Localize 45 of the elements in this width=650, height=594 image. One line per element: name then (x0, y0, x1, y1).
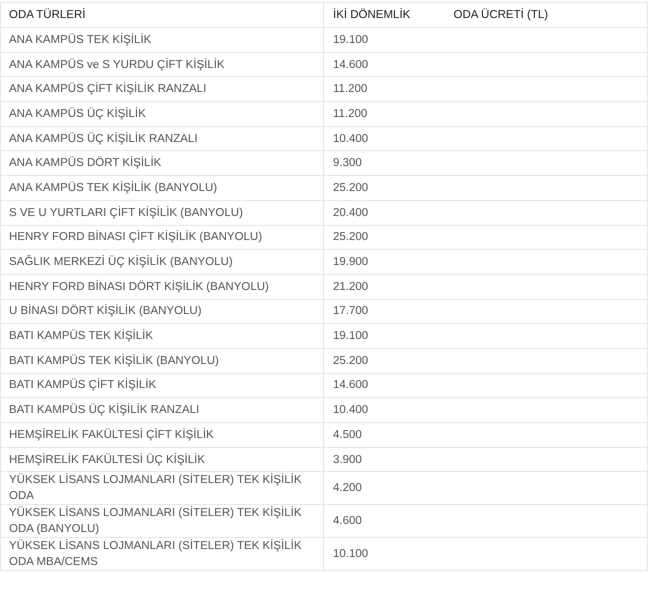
table-cell: 19.900 (324, 250, 648, 274)
table-cell: HEMŞİRELİK FAKÜLTESİ ÇİFT KİŞİLİK (0, 422, 324, 448)
table-cell: BATI KAMPÜS TEK KİŞİLİK (BANYOLU) (0, 348, 324, 374)
table-cell: 11.200 (324, 102, 648, 126)
table-cell: 10.400 (324, 398, 648, 422)
table-cell: ANA KAMPÜS TEK KİŞİLİK (BANYOLU) (0, 176, 324, 200)
table-cell: ANA KAMPÜS DÖRT KİŞİLİK (0, 150, 324, 176)
table-cell: SAĞLIK MERKEZİ ÜÇ KİŞİLİK (BANYOLU) (0, 250, 324, 274)
table-cell: 20.400 (324, 200, 648, 225)
table-cell: 25.200 (324, 225, 648, 250)
table-cell: ANA KAMPÜS ÜÇ KİŞİLİK RANZALI (0, 126, 324, 151)
table-cell: 4.500 (324, 422, 648, 448)
table-cell: YÜKSEK LİSANS LOJMANLARI (SİTELER) TEK KİŞİLİK ODA (0, 472, 324, 505)
table-header-cell: İKİ DÖNEMLİK (333, 9, 410, 21)
table-cell: 9.300 (324, 150, 648, 176)
table-cell: U BİNASI DÖRT KİŞİLİK (BANYOLU) (0, 299, 324, 324)
table-header-cell: ODA ÜCRETİ (TL) (454, 9, 548, 21)
table-cell: 14.600 (324, 373, 648, 398)
table-cell: 10.400 (324, 126, 648, 151)
table-cell: YÜKSEK LİSANS LOJMANLARI (SİTELER) TEK KİŞİLİK ODA (BANYOLU) (0, 504, 324, 538)
table-cell: 19.100 (324, 28, 648, 52)
table-cell: ANA KAMPÜS ve S YURDU ÇİFT KİŞİLİK (0, 52, 324, 77)
table-cell: BATI KAMPÜS ÇİFT KİŞİLİK (0, 373, 324, 398)
table-cell: 25.200 (324, 176, 648, 200)
table-cell: ANA KAMPÜS ÜÇ KİŞİLİK (0, 102, 324, 126)
table-cell: 4.200 (324, 472, 648, 505)
table-cell: HEMŞİRELİK FAKÜLTESİ ÜÇ KİŞİLİK (0, 447, 324, 472)
table-cell: BATI KAMPÜS ÜÇ KİŞİLİK RANZALI (0, 398, 324, 422)
table-cell: HENRY FORD BİNASI DÖRT KİŞİLİK (BANYOLU) (0, 274, 324, 300)
table-header-cell: ODA TÜRLERİ (0, 2, 324, 28)
table-cell: YÜKSEK LİSANS LOJMANLARI (SİTELER) TEK KİŞİLİK ODA MBA/CEMS (0, 538, 324, 571)
table-cell: 19.100 (324, 324, 648, 348)
table-cell: 21.200 (324, 274, 648, 300)
table-cell: 17.700 (324, 299, 648, 324)
table-cell: S VE U YURTLARI ÇİFT KİŞİLİK (BANYOLU) (0, 200, 324, 225)
table-cell: 25.200 (324, 348, 648, 374)
table-cell: 3.900 (324, 447, 648, 472)
table-cell: ANA KAMPÜS ÇİFT KİŞİLİK RANZALI (0, 76, 324, 102)
table-cell: 14.600 (324, 52, 648, 77)
table-cell: ANA KAMPÜS TEK KİŞİLİK (0, 28, 324, 52)
table-cell: HENRY FORD BİNASI ÇİFT KİŞİLİK (BANYOLU) (0, 225, 324, 250)
table-cell: BATI KAMPÜS TEK KİŞİLİK (0, 324, 324, 348)
table-cell: 4.600 (324, 504, 648, 538)
table-cell: 10.100 (324, 538, 648, 571)
table-cell: 11.200 (324, 76, 648, 102)
